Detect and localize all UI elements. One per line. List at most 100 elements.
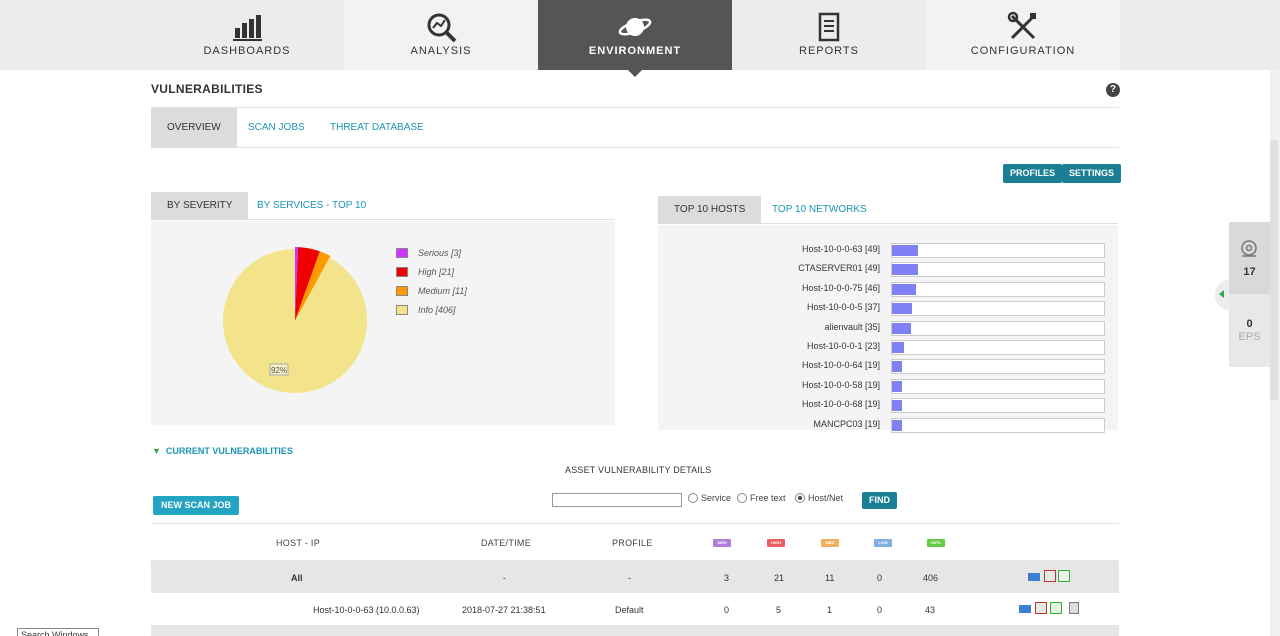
host-bar[interactable]: [892, 342, 905, 353]
table-row[interactable]: All - - 3 21 11 0 406: [151, 561, 1119, 593]
host-bar-row[interactable]: alienvault [35]: [658, 320, 1118, 336]
tab-by-severity[interactable]: BY SEVERITY: [151, 192, 249, 220]
document-icon: [818, 12, 840, 42]
trash-icon[interactable]: [1069, 602, 1079, 614]
host-bar-row[interactable]: Host-10-0-0-63 [49]: [658, 242, 1118, 258]
help-icon[interactable]: ?: [1106, 83, 1120, 97]
search-input[interactable]: [552, 493, 682, 507]
html-report-icon[interactable]: [1019, 605, 1031, 613]
pie-slice-info[interactable]: [222, 249, 367, 393]
cell-serious: 3: [724, 573, 730, 583]
nav-configuration[interactable]: CONFIGURATION: [926, 0, 1120, 70]
legend-swatch: [396, 248, 408, 258]
cell-medium: 1: [827, 605, 833, 615]
radio-service[interactable]: [688, 493, 698, 503]
legend-label: High [21]: [418, 267, 455, 277]
nav-analysis[interactable]: ANALYSIS: [344, 0, 538, 70]
tab-overview[interactable]: OVERVIEW: [151, 108, 237, 148]
tab-by-services[interactable]: BY SERVICES - TOP 10: [241, 192, 382, 220]
badge-high: HIGH: [767, 539, 785, 547]
host-bar-row[interactable]: Host-10-0-0-64 [19]: [658, 358, 1118, 375]
new-scan-job-button[interactable]: NEW SCAN JOB: [153, 496, 240, 515]
scroll-thumb[interactable]: [1270, 140, 1278, 400]
cell-low: 0: [877, 573, 883, 583]
cell-profile: -: [628, 573, 631, 583]
tab-threat-database[interactable]: THREAT DATABASE: [314, 108, 440, 148]
legend-label: Info [406]: [418, 305, 456, 315]
host-bar[interactable]: [892, 380, 903, 392]
top-hosts-chart: Host-10-0-0-63 [49] CTASERVER01 [49] Host-…: [658, 225, 1118, 433]
host-bar-label: CTASERVER01 [49]: [798, 263, 880, 274]
hosts-tabs: TOP 10 HOSTS TOP 10 NETWORKS: [658, 196, 1118, 224]
page-title: VULNERABILITIES: [151, 82, 263, 96]
bar-chart-icon: [233, 15, 262, 41]
cell-high: 21: [774, 573, 785, 583]
side-bottom-value: 0: [1246, 318, 1253, 330]
host-bar[interactable]: [892, 264, 918, 276]
planet-icon: [618, 18, 652, 36]
tab-scan-jobs[interactable]: SCAN JOBS: [232, 108, 321, 148]
side-widget[interactable]: 17 0 EPS: [1229, 222, 1270, 367]
nav-label: CONFIGURATION: [970, 45, 1076, 57]
excel-report-icon[interactable]: [1058, 570, 1070, 582]
column-date-time[interactable]: DATE/TIME: [481, 538, 531, 548]
html-report-icon[interactable]: [1028, 573, 1040, 581]
column-profile[interactable]: PROFILE: [612, 538, 653, 548]
tab-top-10-hosts[interactable]: TOP 10 HOSTS: [658, 196, 762, 224]
column-host-ip[interactable]: HOST - IP: [276, 538, 320, 548]
badge-serious: SERI: [713, 539, 731, 547]
host-bar-row[interactable]: Host-10-0-0-1 [23]: [658, 339, 1118, 355]
host-bar-row[interactable]: Host-10-0-0-58 [19]: [658, 378, 1118, 394]
side-top-value: 17: [1243, 266, 1256, 278]
subtabs: OVERVIEW SCAN JOBS THREAT DATABASE: [151, 107, 1119, 148]
host-bar-row[interactable]: MANCPC03 [19]: [658, 417, 1118, 433]
pie-percent-label: 92%: [271, 366, 287, 375]
nav-label: ANALYSIS: [410, 45, 472, 57]
excel-report-icon[interactable]: [1050, 602, 1062, 614]
host-bar[interactable]: [892, 322, 911, 334]
search-windows-box[interactable]: Search Windows: [17, 628, 99, 636]
host-bar-label: Host-10-0-0-1 [23]: [806, 341, 880, 351]
legend-label: Medium [11]: [418, 286, 467, 296]
host-bar-row[interactable]: Host-10-0-0-5 [37]: [658, 300, 1118, 317]
nav-dashboards[interactable]: DASHBOARDS: [150, 0, 344, 70]
triangle-down-icon: ▼: [152, 446, 161, 456]
tab-top-10-networks[interactable]: TOP 10 NETWORKS: [756, 196, 883, 224]
pdf-report-icon[interactable]: [1044, 570, 1056, 582]
host-bar-track: [891, 301, 1105, 317]
pdf-report-icon[interactable]: [1035, 602, 1047, 614]
settings-button[interactable]: SETTINGS: [1062, 164, 1122, 183]
host-bar[interactable]: [892, 400, 903, 412]
table-row[interactable]: Host-10-0-0-63 (10.0.0.63) 2018-07-27 21…: [151, 593, 1119, 625]
current-vulnerabilities-toggle[interactable]: ▼ CURRENT VULNERABILITIES: [152, 446, 293, 456]
radio-free-text[interactable]: [737, 493, 747, 503]
find-button[interactable]: FIND: [862, 492, 897, 509]
host-bar[interactable]: [892, 419, 903, 431]
host-bar[interactable]: [892, 303, 912, 315]
profiles-button[interactable]: PROFILES: [1003, 164, 1063, 183]
side-collapse-tab[interactable]: [1215, 280, 1229, 310]
nav-label: ENVIRONMENT: [588, 45, 682, 57]
host-bar-track: [891, 320, 1105, 336]
nav-label: DASHBOARDS: [203, 45, 291, 57]
nav-reports[interactable]: REPORTS: [732, 0, 926, 70]
host-bar-track: [891, 243, 1105, 258]
legend-swatch: [396, 286, 408, 296]
legend-swatch: [396, 305, 408, 315]
host-bar[interactable]: [892, 245, 918, 256]
severity-pie-chart: 92%: [222, 247, 367, 393]
host-bar-label: MANCPC03 [19]: [813, 418, 880, 429]
host-bar-row[interactable]: Host-10-0-0-75 [46]: [658, 281, 1118, 297]
cell-low: 0: [877, 605, 883, 615]
table-row[interactable]: [151, 625, 1119, 636]
radio-host-net[interactable]: [795, 493, 805, 503]
cell-info: 43: [925, 605, 936, 615]
host-bar[interactable]: [892, 283, 917, 295]
host-bar[interactable]: [892, 361, 903, 373]
host-bar-row[interactable]: CTASERVER01 [49]: [658, 261, 1118, 278]
nav-environment[interactable]: ENVIRONMENT: [538, 0, 732, 77]
legend-swatch: [396, 267, 408, 277]
host-bar-row[interactable]: Host-10-0-0-68 [19]: [658, 397, 1118, 414]
host-bar-track: [891, 281, 1105, 297]
side-widget-upper: 17: [1229, 222, 1270, 294]
